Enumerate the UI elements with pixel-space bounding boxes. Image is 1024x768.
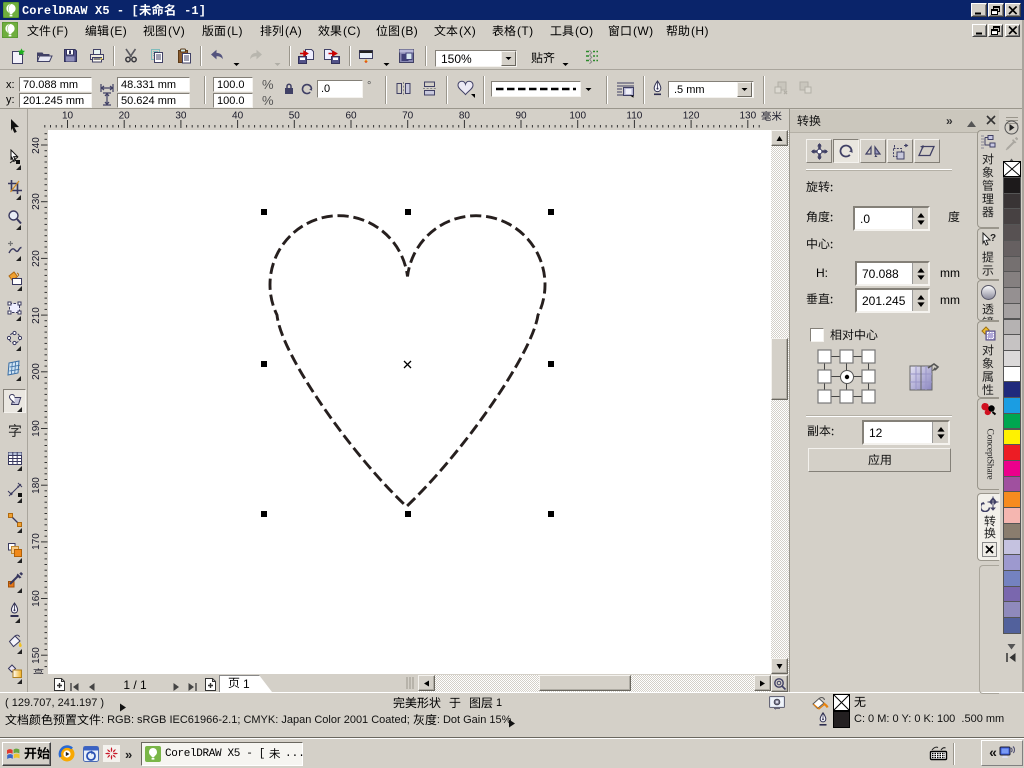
svg-text:90: 90 bbox=[515, 111, 527, 122]
svg-text:130: 130 bbox=[739, 111, 756, 122]
svg-text:50: 50 bbox=[289, 111, 301, 122]
svg-text:30: 30 bbox=[175, 111, 187, 122]
svg-text:80: 80 bbox=[459, 111, 471, 122]
svg-text:120: 120 bbox=[683, 111, 700, 122]
svg-text:110: 110 bbox=[626, 111, 642, 122]
svg-text:40: 40 bbox=[232, 111, 244, 122]
svg-text:10: 10 bbox=[62, 111, 74, 122]
svg-text:60: 60 bbox=[345, 111, 357, 122]
svg-text:20: 20 bbox=[119, 111, 131, 122]
svg-text:100: 100 bbox=[569, 111, 586, 122]
svg-text:?: ? bbox=[990, 233, 996, 244]
svg-text:70: 70 bbox=[402, 111, 414, 122]
